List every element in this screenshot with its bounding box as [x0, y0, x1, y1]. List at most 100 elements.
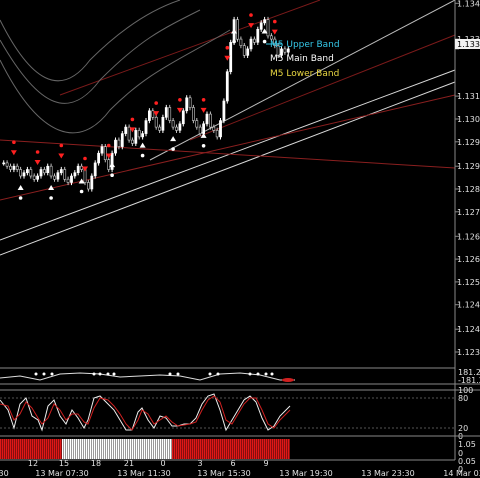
histogram-bar	[280, 439, 282, 459]
histogram-bar	[216, 439, 218, 459]
candle-body	[90, 175, 94, 190]
histogram-bar	[170, 439, 172, 459]
candle-body	[161, 117, 165, 131]
red-dot	[130, 117, 135, 122]
histogram-bar	[240, 439, 242, 459]
histogram-bar	[38, 439, 40, 459]
histogram-bar	[82, 439, 84, 459]
candle-body	[256, 28, 260, 43]
red-dot	[12, 140, 16, 144]
histogram-bar	[26, 439, 28, 459]
histogram-bar	[18, 439, 20, 459]
red-dot	[273, 19, 277, 24]
histogram-bar	[32, 439, 34, 459]
stoch-axis-80: 80	[458, 394, 468, 403]
histogram-bar	[200, 439, 202, 459]
indicator1-dot	[42, 372, 46, 376]
histogram-bar	[112, 439, 114, 459]
forex-chart[interactable]: M5 Upper Band M5 Main Band M5 Lower Band…	[0, 0, 480, 478]
histogram-bar	[78, 439, 80, 459]
histogram-bar	[108, 439, 110, 459]
histogram-bar	[196, 439, 198, 459]
indicator1-dot	[50, 372, 54, 376]
red-dot	[83, 156, 87, 161]
histogram-bar	[128, 439, 130, 459]
candle-body	[103, 146, 107, 160]
histogram-bar	[138, 439, 140, 459]
histogram-bar	[222, 439, 224, 459]
indicator1-dot	[34, 372, 38, 376]
histogram-bar	[152, 439, 154, 459]
indicator1-dot	[270, 372, 274, 376]
white-dot	[18, 196, 23, 200]
histogram-bar	[134, 439, 136, 459]
histogram-bar	[258, 439, 260, 459]
histogram-bar	[190, 439, 192, 459]
candle-body	[76, 165, 80, 173]
red-dot	[225, 45, 230, 50]
price-tick-label: 1.12840	[457, 185, 480, 194]
candle-body	[107, 159, 111, 170]
candle-body	[222, 100, 226, 121]
histogram-bar	[144, 439, 146, 459]
histogram-bar	[182, 439, 184, 459]
ind1-axis-bottom: -181.2597	[458, 376, 480, 385]
candle-body	[219, 120, 222, 138]
histogram-bar	[194, 439, 196, 459]
histogram-bar	[56, 439, 58, 459]
histogram-bar	[36, 439, 38, 459]
histogram-bar	[178, 439, 180, 459]
histogram-bar	[0, 439, 2, 459]
indicator1-dot	[106, 372, 110, 376]
histogram-bar	[14, 439, 16, 459]
histogram-bar	[30, 439, 32, 459]
histogram-bar	[80, 439, 82, 459]
hist-axis-1: 1.05	[458, 440, 476, 449]
candle-body	[5, 162, 9, 167]
white-dot	[232, 39, 236, 44]
histogram-bar	[172, 439, 174, 459]
candle-body	[181, 110, 185, 125]
lower-band-label: M5 Lower Band	[270, 69, 339, 79]
histogram-bar	[84, 439, 86, 459]
histogram-bar	[224, 439, 226, 459]
histogram-bar	[266, 439, 268, 459]
candle-body	[269, 35, 273, 40]
histogram-bar	[282, 439, 284, 459]
candle-body	[212, 126, 216, 131]
time-hour-label: 15	[59, 459, 69, 468]
histogram-bar	[114, 439, 116, 459]
histogram-bar	[90, 439, 92, 459]
candle-body	[120, 133, 124, 147]
candle-body	[209, 113, 212, 128]
histogram-bar	[284, 439, 286, 459]
candle-body	[168, 107, 172, 121]
candle-body	[249, 38, 253, 50]
candle-body	[19, 169, 23, 177]
price-tick-label: 1.13125	[457, 92, 480, 101]
histogram-bar	[104, 439, 106, 459]
histogram-bar	[262, 439, 264, 459]
white-dot	[79, 189, 84, 194]
time-date-label: 13 Mar 23:30	[361, 469, 414, 478]
histogram-bar	[176, 439, 178, 459]
histogram-bar	[2, 439, 4, 459]
candle-body	[154, 117, 158, 128]
histogram-bar	[156, 439, 158, 459]
histogram-bar	[236, 439, 238, 459]
histogram-bar	[276, 439, 278, 459]
candle-body	[202, 123, 206, 134]
candle-body	[49, 165, 53, 177]
histogram-bar	[92, 439, 94, 459]
histogram-bar	[102, 439, 104, 459]
main-band-label: M5 Main Band	[270, 54, 334, 64]
current-price-label: 1.13300	[457, 40, 480, 49]
indicator1-red-marker	[282, 378, 294, 382]
histogram-bar	[28, 439, 30, 459]
histogram-bar	[50, 439, 52, 459]
histogram-bar	[142, 439, 144, 459]
candle-body	[148, 110, 151, 121]
histogram-bar	[254, 439, 256, 459]
candle-body	[259, 22, 263, 30]
histogram-bar	[188, 439, 190, 459]
